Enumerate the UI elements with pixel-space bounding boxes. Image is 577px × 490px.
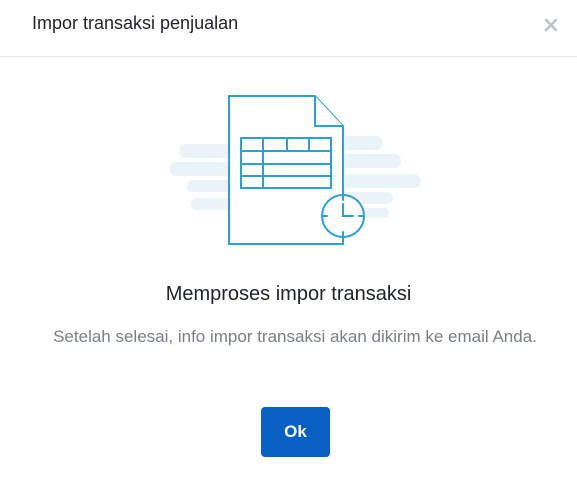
ok-button[interactable]: Ok: [261, 407, 330, 457]
close-button[interactable]: [541, 14, 561, 36]
spreadsheet-document-clock-icon: [169, 95, 421, 245]
status-heading: Memproses impor transaksi: [165, 283, 412, 305]
dialog-title: Impor transaksi penjualan: [32, 13, 239, 33]
import-dialog: Impor transaksi penjualan Memproses impo…: [0, 0, 577, 490]
dialog-header: Impor transaksi penjualan: [0, 0, 577, 57]
close-icon: [544, 18, 558, 32]
status-description: Setelah selesai, info impor transaksi ak…: [53, 327, 537, 346]
